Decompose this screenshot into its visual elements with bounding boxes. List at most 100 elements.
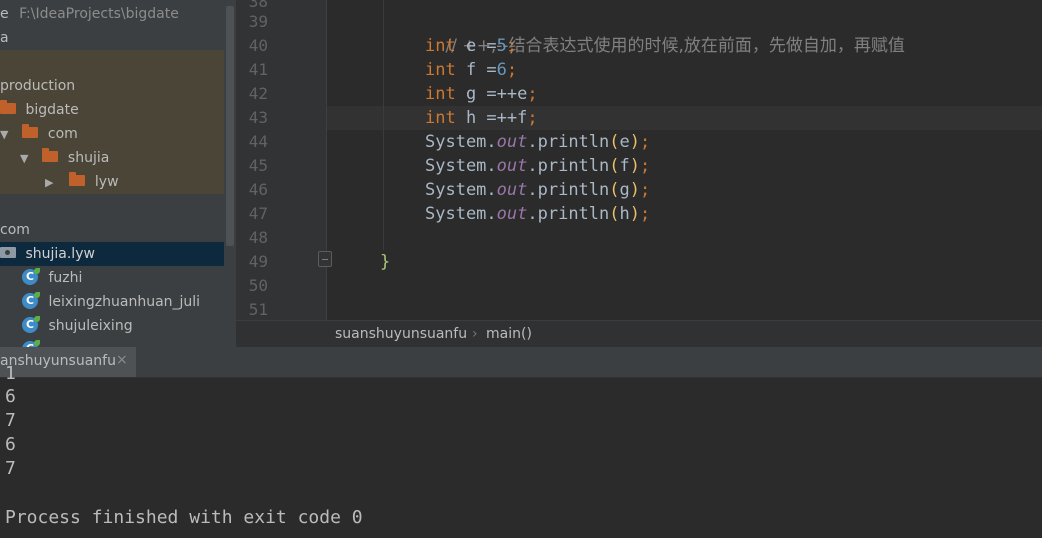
code-text: System. [425, 204, 497, 224]
tree-item-bigdate[interactable]: bigdate [0, 98, 224, 122]
tree-item-partial[interactable]: C [0, 338, 40, 347]
code-line: System.out.println(f); [425, 154, 650, 178]
code-text: f = [455, 60, 497, 80]
breadcrumb-separator: › [472, 326, 478, 342]
close-icon[interactable]: × [116, 352, 128, 368]
paren: ) [629, 204, 641, 224]
console-output[interactable]: 1 6 7 6 7 Process finished with exit cod… [0, 363, 1042, 538]
code-text: .println [527, 132, 610, 152]
chevron-down-icon[interactable]: ▼ [20, 147, 34, 171]
folder-icon [0, 100, 16, 114]
code-line: int g =++e; [425, 82, 538, 106]
java-class-icon: C [22, 315, 40, 333]
project-root-row[interactable]: e F:\IdeaProjects\bigdate [0, 2, 179, 26]
code-line: System.out.println(h); [425, 202, 650, 226]
tree-item-label: lyw [94, 174, 119, 190]
line-number: 42 [248, 84, 268, 103]
tree-item-fuzhi[interactable]: C fuzhi [0, 266, 82, 290]
keyword: int [425, 108, 456, 128]
tree-item-a[interactable]: a [0, 26, 9, 50]
project-panel: e F:\IdeaProjects\bigdate a production b… [0, 0, 236, 347]
static-field: out [496, 180, 528, 200]
code-text: System. [425, 132, 497, 152]
code-text: .println [527, 204, 610, 224]
paren: ( [609, 180, 620, 200]
code-text: g [619, 180, 630, 200]
folder-icon [42, 148, 59, 162]
code-text: h [619, 204, 630, 224]
semicolon: ; [506, 36, 518, 56]
line-number: 49 [248, 252, 268, 271]
tab-label: anshuyunsuanfu [0, 353, 116, 369]
code-text: h =++f [455, 108, 528, 128]
tree-item-shujuleixing[interactable]: C shujuleixing [0, 314, 133, 338]
fold-icon[interactable] [318, 251, 332, 267]
java-class-icon: C [22, 291, 40, 309]
code-text: System. [425, 180, 497, 200]
keyword: int [425, 60, 456, 80]
indent-guide [383, 0, 384, 250]
breadcrumb-class[interactable]: suanshuyunsuanfu [335, 326, 467, 342]
line-number: 39 [248, 12, 268, 31]
line-number: 45 [248, 156, 268, 175]
tree-item-shujia-lyw[interactable]: shujia.lyw [0, 242, 224, 266]
code-line: int e =5; [425, 34, 517, 58]
line-number: 41 [248, 60, 268, 79]
paren: ) [629, 180, 641, 200]
project-root-label: e [0, 6, 9, 22]
tree-item-label: shujia.lyw [25, 246, 95, 262]
chevron-right-icon[interactable]: ▶ [45, 171, 59, 195]
keyword: int [425, 84, 456, 104]
tree-item-label: production [0, 78, 76, 94]
tree-item-label: com [0, 222, 30, 238]
tab-run-suanshuyunsuanfu[interactable]: anshuyunsuanfu × [0, 347, 136, 377]
keyword: int [425, 36, 456, 56]
closing-brace: } [380, 252, 391, 272]
breadcrumb-method[interactable]: main() [486, 326, 532, 342]
tree-item-production[interactable]: production [0, 74, 224, 98]
semicolon: ; [640, 180, 651, 200]
code-text: f [619, 156, 630, 176]
project-path: F:\IdeaProjects\bigdate [19, 6, 179, 22]
paren: ( [609, 204, 620, 224]
code-text: e = [455, 36, 497, 56]
console-line-partial: 1 [5, 363, 16, 384]
exit-message: Process finished with exit code 0 [5, 507, 363, 528]
line-number: 48 [248, 228, 268, 247]
code-line: int f =6; [425, 58, 517, 82]
run-tab-bar: anshuyunsuanfu × [0, 347, 1042, 378]
tree-item-label: shujia [67, 150, 110, 166]
code-line: } [380, 250, 390, 274]
semicolon: ; [640, 204, 651, 224]
console-line: 6 [5, 386, 16, 407]
java-class-icon: C [22, 267, 40, 285]
static-field: out [496, 204, 528, 224]
code-line: System.out.println(e); [425, 130, 650, 154]
tree-item-label: com [47, 126, 78, 142]
line-number: 40 [248, 36, 268, 55]
tree-item-label: shujuleixing [48, 318, 133, 334]
console-line: 6 [5, 434, 16, 455]
line-number: 47 [248, 204, 268, 223]
tree-item-shujia[interactable]: ▼ shujia [0, 146, 224, 170]
code-text: .println [527, 180, 610, 200]
scrollbar-thumb[interactable] [226, 6, 234, 246]
folder-icon [22, 124, 39, 138]
tree-item-label: bigdate [25, 102, 79, 118]
code-text: g =++e [455, 84, 528, 104]
semicolon: ; [527, 108, 538, 128]
tree-item-label: leixingzhuanhuan_juli [48, 294, 201, 310]
project-scrollbar[interactable] [224, 0, 236, 347]
tree-item-com[interactable]: ▼ com [0, 122, 224, 146]
code-text: e [619, 132, 630, 152]
line-number: 50 [248, 276, 268, 295]
static-field: out [496, 156, 528, 176]
static-field: out [496, 132, 528, 152]
tree-item-lyw[interactable]: ▶ lyw [0, 170, 224, 194]
tree-item-com-2[interactable]: com [0, 218, 30, 242]
tree-item-leixingzhuanhuan-juli[interactable]: C leixingzhuanhuan_juli [0, 290, 200, 314]
line-number: 43 [248, 108, 268, 127]
line-number: 46 [248, 180, 268, 199]
number-literal: 6 [496, 60, 507, 80]
chevron-down-icon[interactable]: ▼ [0, 123, 14, 147]
